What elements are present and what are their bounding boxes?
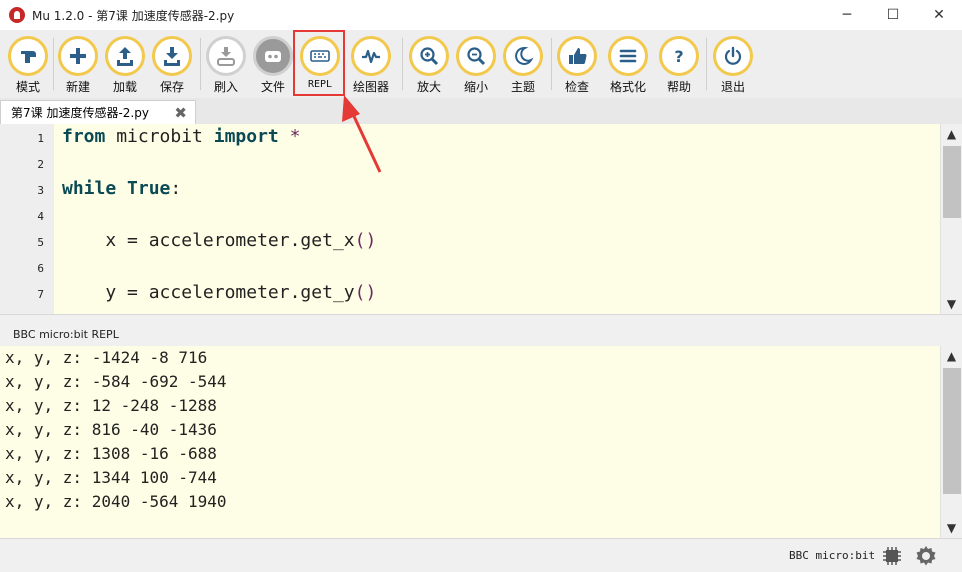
repl-line: x, y, z: -1424 -8 716 — [5, 348, 208, 367]
thumbs-up-icon — [569, 48, 587, 65]
code-line: from microbit import * — [62, 126, 301, 147]
tab-label: 第7课 加速度传感器-2.py — [11, 106, 149, 120]
code-line: x = accelerometer.get_x() — [105, 230, 377, 251]
toolbar: 模式 新建 加载 保存 刷入 文件 REPL 绘图器 放大 缩小 主题 检查 格… — [0, 30, 962, 98]
upload-icon — [117, 47, 133, 66]
zoom-out-button[interactable]: 缩小 — [451, 36, 501, 98]
save-label: 保存 — [159, 80, 184, 94]
scroll-up-icon[interactable]: ▲ — [941, 124, 962, 144]
plus-icon — [70, 48, 86, 64]
repl-scrollbar[interactable]: ▲ ▼ — [940, 346, 962, 538]
save-button[interactable]: 保存 — [147, 36, 197, 98]
zoom-in-label: 放大 — [416, 80, 441, 94]
line-number-gutter: 1 2 3 4 5 6 7 — [0, 124, 54, 314]
repl-title: BBC micro:bit REPL — [13, 328, 119, 341]
repl-line: x, y, z: -584 -692 -544 — [5, 372, 227, 391]
line-number: 6 — [37, 262, 44, 275]
check-button[interactable]: 检查 — [552, 36, 602, 98]
repl-output[interactable]: x, y, z: -1424 -8 716 x, y, z: -584 -692… — [0, 346, 962, 538]
close-tab-icon[interactable]: ✖ — [174, 104, 187, 122]
question-icon: ? — [674, 47, 683, 66]
tidy-button[interactable]: 格式化 — [603, 36, 653, 98]
zoom-out-icon — [467, 47, 486, 66]
theme-button[interactable]: 主题 — [498, 36, 548, 98]
mu-logo-icon — [9, 7, 25, 23]
maximize-button[interactable]: ☐ — [870, 0, 916, 30]
repl-pane-header: BBC micro:bit REPL — [0, 314, 962, 346]
quit-label: 退出 — [720, 80, 745, 94]
mode-button[interactable]: 模式 — [3, 36, 53, 98]
code-line: while True: — [62, 178, 182, 199]
files-button[interactable]: 文件 — [248, 36, 298, 98]
load-label: 加载 — [112, 80, 137, 94]
scroll-down-icon[interactable]: ▼ — [941, 294, 962, 314]
theme-label: 主题 — [510, 80, 535, 94]
repl-line: x, y, z: 1344 100 -744 — [5, 468, 217, 487]
flash-icon — [217, 47, 235, 66]
line-number: 3 — [37, 184, 44, 197]
chip-icon[interactable] — [882, 546, 902, 566]
line-number: 4 — [37, 210, 44, 223]
scroll-thumb[interactable] — [943, 368, 961, 494]
repl-highlight-box — [293, 30, 345, 96]
gear-icon[interactable] — [914, 544, 938, 568]
power-icon — [724, 46, 742, 65]
plotter-label: 绘图器 — [352, 80, 389, 94]
flash-label: 刷入 — [213, 80, 238, 94]
download-icon — [164, 47, 180, 66]
toolbar-separator — [402, 38, 403, 90]
lines-icon — [619, 49, 637, 63]
scroll-down-icon[interactable]: ▼ — [941, 518, 962, 538]
close-window-button[interactable]: ✕ — [916, 0, 962, 30]
quit-button[interactable]: 退出 — [708, 36, 758, 98]
moon-icon — [515, 46, 534, 65]
tab-file[interactable]: 第7课 加速度传感器-2.py ✖ — [0, 100, 196, 124]
line-number: 1 — [37, 132, 44, 145]
line-number: 2 — [37, 158, 44, 171]
check-label: 检查 — [564, 80, 589, 94]
files-icon — [265, 51, 281, 62]
status-bar: BBC micro:bit — [0, 538, 962, 572]
waveform-icon — [362, 49, 380, 64]
title-bar: Mu 1.2.0 - 第7课 加速度传感器-2.py ─ ☐ ✕ — [0, 0, 962, 30]
svg-text:?: ? — [674, 47, 683, 66]
tidy-label: 格式化 — [609, 80, 646, 94]
files-label: 文件 — [260, 80, 285, 94]
flash-button[interactable]: 刷入 — [201, 36, 251, 98]
code-line: y = accelerometer.get_y() — [105, 282, 377, 303]
toolbar-separator — [706, 38, 707, 90]
line-number: 5 — [37, 236, 44, 249]
zoom-in-button[interactable]: 放大 — [404, 36, 454, 98]
repl-line: x, y, z: 2040 -564 1940 — [5, 492, 227, 511]
line-number: 7 — [37, 288, 44, 301]
repl-line: x, y, z: 1308 -16 -688 — [5, 444, 217, 463]
scroll-thumb[interactable] — [943, 146, 961, 218]
mode-icon — [21, 51, 36, 63]
mode-label: 模式 — [15, 80, 40, 94]
repl-line: x, y, z: 12 -248 -1288 — [5, 396, 217, 415]
zoom-out-label: 缩小 — [463, 80, 488, 94]
editor-scrollbar[interactable]: ▲ ▼ — [940, 124, 962, 314]
new-button[interactable]: 新建 — [53, 36, 103, 98]
code-editor[interactable]: 1 2 3 4 5 6 7 from microbit import * whi… — [0, 124, 962, 314]
status-mode[interactable]: BBC micro:bit — [789, 549, 875, 562]
help-button[interactable]: ? 帮助 — [654, 36, 704, 98]
window-controls: ─ ☐ ✕ — [824, 0, 962, 30]
scroll-up-icon[interactable]: ▲ — [941, 346, 962, 366]
repl-line: x, y, z: 816 -40 -1436 — [5, 420, 217, 439]
plotter-button[interactable]: 绘图器 — [346, 36, 396, 98]
load-button[interactable]: 加载 — [100, 36, 150, 98]
zoom-in-icon — [420, 47, 439, 66]
minimize-button[interactable]: ─ — [824, 0, 870, 30]
window-title: Mu 1.2.0 - 第7课 加速度传感器-2.py — [32, 8, 235, 23]
help-label: 帮助 — [666, 80, 691, 94]
tab-strip: 第7课 加速度传感器-2.py ✖ — [0, 98, 962, 124]
new-label: 新建 — [65, 80, 90, 94]
